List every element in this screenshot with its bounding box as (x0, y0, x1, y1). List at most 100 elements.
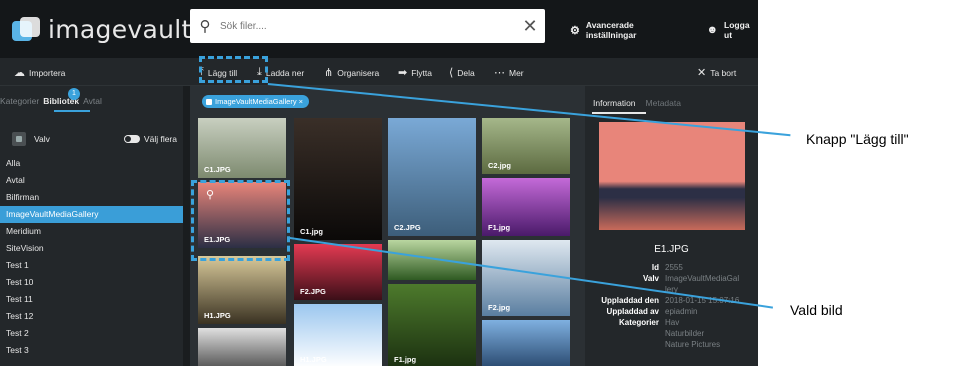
metadata-row: Naturbilder (585, 328, 758, 339)
logo-text: imagevault (48, 14, 192, 44)
remove-button[interactable]: ✕ Ta bort (697, 66, 736, 79)
thumbnail-label: C1.JPG (204, 165, 231, 174)
thumbnail-label: C2.JPG (394, 223, 421, 232)
tab-kategorier[interactable]: Kategorier (0, 96, 39, 106)
move-button[interactable]: ➡ Flytta (398, 66, 432, 79)
select-multiple-toggle[interactable]: Välj flera (123, 134, 177, 144)
gallery-thumbnail[interactable]: F1.jpg (388, 284, 476, 366)
arrow-right-icon: ➡ (398, 67, 408, 79)
share-button[interactable]: ⟨ Dela (449, 66, 475, 79)
top-actions: ⚙ Avancerade inställningar ☻ Logga ut (570, 20, 758, 40)
thumbnail-label: F1.jpg (488, 223, 511, 232)
vault-list-item[interactable]: SiteVision (0, 240, 183, 257)
gallery-thumbnail[interactable]: F1.jpg (482, 178, 570, 236)
vault-list-item[interactable]: ImageVaultMediaGallery (0, 206, 183, 223)
image-title: E1.JPG (654, 244, 689, 255)
move-label: Flytta (411, 67, 432, 78)
metadata-value: Nature Pictures (665, 340, 721, 349)
tab-information[interactable]: Information (593, 98, 636, 108)
toolbar: ☁ Importera ⤒ Lägg till ⤓ Ladda ner ⋔ Or… (0, 58, 758, 86)
more-label: Mer (509, 67, 524, 78)
gallery-thumbnail[interactable]: C1.JPG (198, 118, 286, 178)
tab-metadata[interactable]: Metadata (646, 98, 681, 108)
vault-header: Valv Välj flera (12, 132, 177, 146)
vault-list-item[interactable]: Test 1 (0, 257, 183, 274)
gallery-thumbnail[interactable] (388, 240, 476, 280)
thumbnail-label: F1.jpg (394, 355, 417, 364)
search-input[interactable] (220, 20, 515, 32)
download-label: Ladda ner (265, 67, 305, 78)
vault-list-item[interactable]: Bilfirman (0, 189, 183, 206)
vault-list-item[interactable]: Meridium (0, 223, 183, 240)
more-button[interactable]: ⋯ Mer (494, 66, 524, 79)
gallery-thumbnail[interactable]: C2.JPG (388, 118, 476, 236)
gallery-thumbnail[interactable]: C1.jpg (294, 118, 382, 240)
add-button-highlight (199, 56, 268, 83)
vault-list-item[interactable]: Test 3 (0, 342, 183, 359)
vault-list: Alla Avtal Bilfirman ImageVaultMediaGallery… (0, 155, 183, 359)
left-tabs: Kategorier Bibliotek Avtal (0, 96, 102, 106)
panel-divider (183, 86, 190, 366)
metadata-key: Kategorier (618, 318, 659, 327)
thumbnail-label: F2.JPG (300, 287, 326, 296)
import-button[interactable]: ☁ Importera (14, 66, 65, 79)
annotation-add-button: Knapp "Lägg till" (806, 131, 909, 147)
search-icon: ⚲ (199, 18, 211, 35)
details-tabs: Information Metadata (593, 98, 681, 108)
search-bar[interactable]: ⚲ ✕ (190, 9, 545, 43)
logout-button[interactable]: Logga ut (724, 20, 758, 40)
metadata-row: Kategorier Hav (585, 317, 758, 328)
filter-chip[interactable]: ImageVaultMediaGallery × (202, 95, 310, 108)
clear-search-icon[interactable]: ✕ (515, 16, 545, 37)
user-icon[interactable]: ☻ (706, 24, 718, 36)
gear-icon[interactable]: ⚙ (570, 24, 580, 37)
gallery-thumbnail[interactable] (482, 320, 570, 366)
logo-icon (10, 15, 42, 43)
metadata-value: Naturbilder (665, 329, 705, 338)
vault-list-item[interactable]: Avtal (0, 172, 183, 189)
gallery-thumbnail[interactable] (198, 328, 286, 366)
organize-icon: ⋔ (324, 67, 334, 79)
metadata-row: Id 2555 (585, 262, 758, 273)
gallery-thumbnail[interactable]: H1.JPG (198, 256, 286, 324)
tab-avtal[interactable]: Avtal (83, 96, 102, 106)
share-label: Dela (457, 67, 475, 78)
advanced-settings-button[interactable]: Avancerade inställningar (586, 20, 681, 40)
vault-chip-icon (206, 98, 212, 105)
cloud-upload-icon: ☁ (14, 67, 25, 79)
metadata-value: epiadmin (665, 307, 698, 316)
thumbnail-label: H1.JPG (300, 355, 327, 364)
vault-list-item[interactable]: Test 10 (0, 274, 183, 291)
imagevault-app: imagevault ⚲ ✕ ⚙ Avancerade inställninga… (0, 0, 758, 366)
gallery-thumbnail[interactable]: H1.JPG (294, 304, 382, 366)
organize-button[interactable]: ⋔ Organisera (324, 66, 379, 79)
metadata-row: Nature Pictures (585, 339, 758, 350)
thumbnail-label: H1.JPG (204, 311, 231, 320)
logo[interactable]: imagevault (10, 12, 192, 46)
vault-list-item[interactable]: Test 12 (0, 308, 183, 325)
top-bar: imagevault ⚲ ✕ ⚙ Avancerade inställninga… (0, 0, 758, 58)
import-label: Importera (29, 67, 66, 78)
vault-list-item[interactable]: Test 2 (0, 325, 183, 342)
thumbnail-label: C1.jpg (300, 227, 323, 236)
vault-icon (12, 132, 26, 146)
close-icon: ✕ (697, 67, 707, 79)
toggle-switch[interactable] (123, 135, 140, 143)
share-icon: ⟨ (449, 67, 454, 79)
metadata-row: Uppladdad av epiadmin (585, 306, 758, 317)
thumbnail-label: F2.jpg (488, 303, 511, 312)
remove-label: Ta bort (710, 67, 737, 78)
gallery-thumbnail[interactable]: F2.jpg (482, 240, 570, 316)
metadata-value: ImageVaultMediaGal (665, 274, 740, 283)
vault-label: Valv (34, 134, 50, 144)
selected-image-highlight (191, 180, 290, 261)
filter-chip-label: ImageVaultMediaGallery × (215, 97, 304, 106)
details-tab-indicator (592, 112, 646, 114)
thumbnail-label: C2.jpg (488, 161, 511, 170)
gallery-thumbnail[interactable]: C2.jpg (482, 118, 570, 174)
gallery-thumbnail[interactable]: F2.JPG (294, 244, 382, 300)
image-preview[interactable] (599, 122, 745, 230)
select-multiple-label: Välj flera (143, 134, 177, 144)
vault-list-item[interactable]: Test 11 (0, 291, 183, 308)
vault-list-item[interactable]: Alla (0, 155, 183, 172)
